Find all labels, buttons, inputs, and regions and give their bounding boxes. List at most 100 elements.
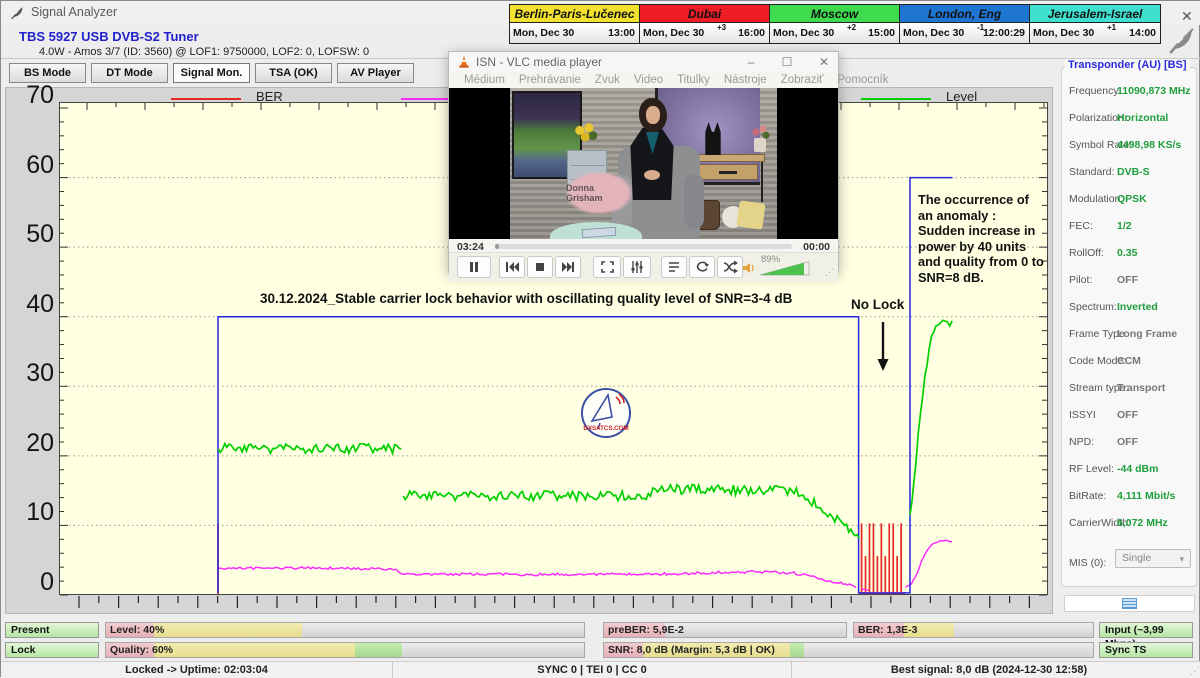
vlc-close-button[interactable]: ✕ (817, 55, 831, 69)
clock-city: Moscow (770, 5, 899, 23)
monitor-icon (1122, 598, 1137, 609)
flower-vase (750, 124, 770, 154)
next-icon (560, 259, 576, 275)
volume-slider[interactable] (760, 261, 810, 276)
mis-row: MIS (0): Single▾ (1069, 553, 1106, 571)
clock-time: Mon, Dec 30+114:00 (1030, 23, 1160, 43)
vlc-video-area[interactable]: Donna Grisham (449, 88, 838, 239)
transponder-row-codemode: Code Mode:CCM (1069, 355, 1195, 369)
menu-pomocn-k[interactable]: Pomocník (830, 72, 895, 88)
transponder-header: Transponder (AU) [BS] (1065, 59, 1190, 71)
clock-city: Dubai (640, 5, 769, 23)
row-value: 1/2 (1117, 220, 1132, 232)
clock-time: Mon, Dec 30+316:00 (640, 23, 769, 43)
next-button[interactable] (555, 256, 581, 278)
playlist-button[interactable] (661, 256, 687, 278)
row-value: 11090,873 MHz (1117, 85, 1191, 97)
row-value: Horizontal (1117, 112, 1168, 124)
presenter-face (646, 106, 660, 124)
transponder-row-modulation: Modulation:QPSK (1069, 193, 1195, 207)
row-label: Modulation: (1069, 193, 1123, 205)
no-lock-annotation: No Lock (851, 297, 904, 312)
vlc-minimize-button[interactable]: – (744, 55, 758, 69)
menu-m-dium[interactable]: Médium (457, 72, 512, 88)
row-label: BitRate: (1069, 490, 1106, 502)
tab-av-player[interactable]: AV Player (337, 63, 414, 83)
transponder-row-pilot: Pilot:OFF (1069, 274, 1195, 288)
previous-button[interactable] (499, 256, 525, 278)
vlc-controls-bar: 89% ⋰ (449, 252, 838, 282)
y-tick-label: 50 (10, 220, 54, 249)
menu-prehr-vanie[interactable]: Prehrávanie (512, 72, 588, 88)
menu-video[interactable]: Video (627, 72, 670, 88)
y-tick-label: 0 (10, 568, 54, 597)
menu-zvuk[interactable]: Zvuk (588, 72, 627, 88)
signal-analyzer-window: { "window": { "title": "Signal Analyzer"… (0, 0, 1200, 677)
speaker-icon[interactable] (743, 262, 756, 274)
console-table (690, 154, 765, 162)
statusbar-best-signal: Best signal: 8,0 dB (2024-12-30 12:58) (792, 662, 1186, 678)
extended-settings-button[interactable] (623, 256, 651, 278)
mode-tabs: BS ModeDT ModeSignal Mon.TSA (OK)AV Play… (9, 63, 414, 83)
pause-button[interactable] (457, 256, 491, 278)
vlc-title-bar[interactable]: ISN - VLC media player – ☐ ✕ (449, 52, 838, 72)
seek-slider[interactable] (495, 244, 792, 249)
close-button[interactable]: ✕ (1181, 8, 1193, 25)
y-tick-label: 70 (10, 81, 54, 110)
menu-titulky[interactable]: Titulky (670, 72, 717, 88)
status-bar: Locked -> Uptime: 02:03:04 SYNC 0 | TEI … (1, 661, 1200, 678)
tab-dt-mode[interactable]: DT Mode (91, 63, 168, 83)
tab-bs-mode[interactable]: BS Mode (9, 63, 86, 83)
meter-fill-green (355, 643, 403, 657)
chevron-down-icon: ▾ (1179, 551, 1184, 568)
row-label: Pilot: (1069, 274, 1092, 286)
row-value: OFF (1117, 436, 1138, 448)
meter-fill-green (790, 643, 805, 657)
row-value: DVB-S (1117, 166, 1150, 178)
row-label: Standard: (1069, 166, 1115, 178)
clock-city: Berlin-Paris-Lučenec (510, 5, 639, 23)
watermark-text: DXSATCS.COM (583, 425, 628, 432)
menu-zobrazi-[interactable]: Zobraziť (774, 72, 831, 88)
row-value: 0.35 (1117, 247, 1137, 259)
sync-indicator: Sync TS (1099, 642, 1193, 658)
quality-meter-label: Quality: 60% (110, 644, 173, 656)
yellow-pillow (736, 200, 765, 229)
transponder-row-rolloff: RollOff:0.35 (1069, 247, 1195, 261)
resize-grip[interactable]: ⋰ (825, 267, 834, 278)
y-tick-label: 20 (10, 429, 54, 458)
clock-1: Berlin-Paris-LučenecMon, Dec 3013:00 (510, 5, 640, 43)
anomaly-annotation: The occurrence of an anomaly : Sudden in… (918, 192, 1044, 285)
row-value: Long Frame (1117, 328, 1177, 340)
row-value: Transport (1117, 382, 1165, 394)
statusbar-sync-counters: SYNC 0 | TEI 0 | CC 0 (393, 662, 792, 678)
vlc-seek-row: 03:24 00:00 (449, 241, 838, 252)
window-title: Signal Analyzer (31, 5, 117, 19)
menu-n-stroje[interactable]: Nástroje (717, 72, 774, 88)
random-button[interactable] (717, 256, 743, 278)
fullscreen-icon (599, 259, 615, 275)
playlist-icon (666, 259, 682, 275)
panel-button[interactable] (1064, 595, 1195, 612)
tab-tsa-ok-[interactable]: TSA (OK) (255, 63, 332, 83)
fullscreen-button[interactable] (593, 256, 621, 278)
transponder-row-streamtype: Stream type:Transport (1069, 382, 1195, 396)
loop-button[interactable] (689, 256, 715, 278)
mis-select[interactable]: Single▾ (1115, 549, 1191, 568)
satellite-dish-icon (1165, 25, 1197, 57)
row-label: NPD: (1069, 436, 1094, 448)
y-tick-label: 30 (10, 359, 54, 388)
stop-button[interactable] (527, 256, 553, 278)
satellite-dish-icon (9, 5, 25, 21)
previous-icon (504, 259, 520, 275)
tab-signal-mon-[interactable]: Signal Mon. (173, 63, 250, 83)
preber-meter: preBER: 5,9E-2 (603, 622, 847, 638)
transponder-row-frametype: Frame Type:Long Frame (1069, 328, 1195, 342)
snr-meter: SNR: 8,0 dB (Margin: 5,3 dB | OK) (603, 642, 1094, 658)
meter-fill-yellow (154, 623, 302, 637)
statusbar-lock-uptime: Locked -> Uptime: 02:03:04 (1, 662, 393, 678)
transponder-row-issyi: ISSYIOFF (1069, 409, 1195, 423)
vlc-maximize-button[interactable]: ☐ (780, 55, 794, 69)
window-resize-grip[interactable]: ⋰ (1190, 666, 1199, 677)
transponder-row-symbolrate: Symbol Rate:4498,98 KS/s (1069, 139, 1195, 153)
